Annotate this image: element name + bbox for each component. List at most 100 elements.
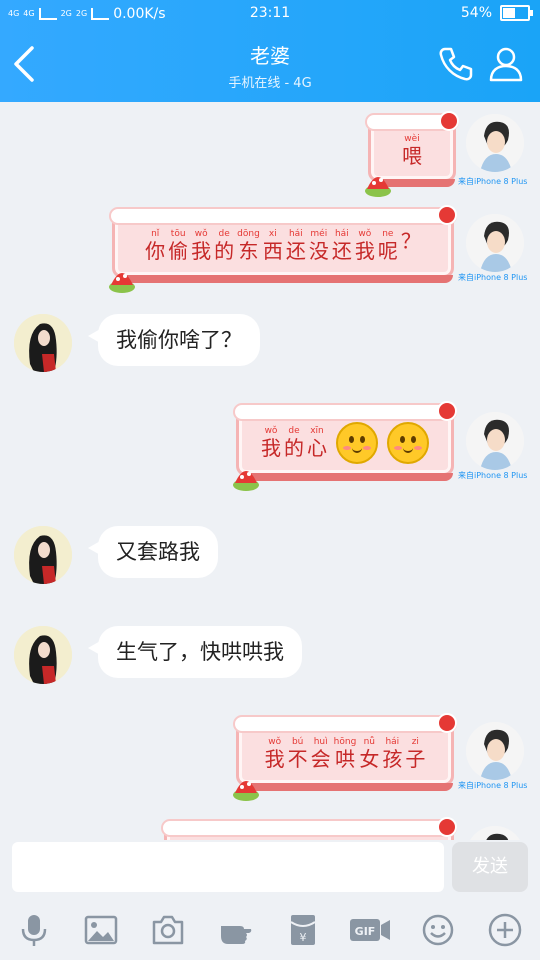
sticker-bubble[interactable] — [161, 817, 457, 840]
pinyin-char: hái 还 — [286, 229, 306, 263]
sticker-text: wǒ 我 de 的 xīn 心 — [239, 413, 451, 473]
boy-avatar-icon — [466, 826, 524, 840]
pinyin: wǒ — [264, 426, 278, 436]
device-label: 来自iPhone 8 Plus — [458, 177, 528, 186]
text-bubble[interactable]: 我偷你啥了？ — [88, 314, 260, 366]
pinyin: hái — [385, 737, 400, 747]
message-input[interactable] — [12, 842, 444, 892]
blushing-emoji-icon — [336, 422, 378, 464]
pinyin: tōu — [170, 229, 186, 239]
text-bubble[interactable]: 生气了，快哄哄我 — [88, 626, 302, 678]
sticker-text: wǒ 我 bú 不 huì 会 hōng 哄 nǚ 女 hái 孩 zi 子 — [239, 725, 451, 783]
avatar-her[interactable] — [14, 626, 72, 684]
send-button[interactable]: 发送 — [452, 842, 528, 892]
pinyin-char: xi 西 — [263, 229, 283, 263]
hand-icon — [221, 926, 252, 944]
hanzi: 孩 — [382, 747, 403, 771]
sticker-edge — [121, 275, 453, 283]
pinyin: wǒ — [358, 229, 372, 239]
text-bubble[interactable]: 又套路我 — [88, 526, 218, 578]
message-list[interactable]: wèi 喂 来自iPhone 8 Plus nǐ 你 tōu 偷 wǒ 我 de 的 dō… — [0, 102, 540, 840]
gif-icon: GIF — [350, 919, 390, 941]
pinyin-char: de 的 — [284, 426, 304, 460]
mic-icon — [21, 915, 47, 946]
sticker-edge — [245, 783, 453, 791]
girl-avatar-icon — [14, 526, 72, 584]
image-button[interactable] — [79, 908, 123, 952]
hanzi: 我 — [354, 239, 375, 263]
hanzi: 的 — [214, 239, 235, 263]
battery-fill — [503, 8, 515, 18]
battery-percent: 54% — [460, 5, 492, 21]
device-label: 来自iPhone 8 Plus — [458, 273, 528, 282]
pinyin-char: wǒ 我 — [265, 737, 285, 771]
pinyin-line: wǒ 我 bú 不 huì 会 hōng 哄 nǚ 女 hái 孩 zi 子 — [265, 737, 426, 771]
pinyin: de — [218, 229, 230, 239]
hanzi: 没 — [308, 239, 329, 263]
hanzi: 不 — [287, 747, 308, 771]
message-row-received: 生气了，快哄哄我 — [0, 622, 540, 692]
pinyin-char: huì 会 — [311, 737, 331, 771]
voice-button[interactable] — [12, 908, 56, 952]
pinyin-char: wǒ 我 — [191, 229, 211, 263]
avatar-me[interactable] — [466, 722, 524, 780]
hanzi: 我 — [261, 436, 281, 460]
hanzi: 喂 — [402, 144, 422, 168]
pinyin-char: wǒ 我 — [261, 426, 281, 460]
emoji-button[interactable] — [416, 908, 460, 952]
emoji-icon — [422, 914, 454, 946]
hanzi: 我 — [191, 239, 212, 263]
hanzi: 会 — [310, 747, 331, 771]
more-button[interactable] — [483, 908, 527, 952]
pinyin-char: hái 还 — [332, 229, 352, 263]
avatar-me[interactable] — [466, 214, 524, 272]
pinyin: xi — [268, 229, 277, 239]
pinyin-char: dōng 东 — [237, 229, 260, 263]
sticker-bubble[interactable]: wǒ 我 bú 不 huì 会 hōng 哄 nǚ 女 hái 孩 zi 子 — [233, 713, 457, 801]
avatar-me[interactable] — [466, 412, 524, 470]
pinyin: zi — [411, 737, 419, 747]
pinyin-char: ne 呢 — [378, 229, 398, 263]
battery-icon — [500, 5, 533, 21]
chat-header: 4G 4G 2G 2G 0.00K/s 23:11 54% 老婆 手机在线 - … — [0, 0, 540, 102]
sticker-bubble[interactable]: nǐ 你 tōu 偷 wǒ 我 de 的 dōng 东 xi 西 hái 还 méi 没 hái… — [109, 205, 457, 293]
clock: 23:11 — [249, 5, 291, 21]
image-icon — [84, 915, 118, 945]
pinyin: nǚ — [363, 737, 376, 747]
message-row-received: 我偷你啥了？ — [0, 312, 540, 382]
input-bar: 发送 — [0, 840, 540, 900]
pinyin-char: tōu 偷 — [168, 229, 188, 263]
hanzi: 女 — [359, 747, 380, 771]
pinyin: huì — [313, 737, 328, 747]
boy-avatar-icon — [466, 214, 524, 272]
sticker-frosting — [161, 819, 457, 837]
plus-icon — [488, 913, 522, 947]
status-bar: 4G 4G 2G 2G 0.00K/s 23:11 54% — [0, 0, 540, 28]
sticker-bubble[interactable]: wǒ 我 de 的 xīn 心 — [233, 401, 457, 491]
message-row-sent: wèi 喂 来自iPhone 8 Plus — [0, 110, 540, 200]
pinyin: xīn — [310, 426, 324, 436]
camera-icon — [152, 915, 184, 945]
message-row-received: 又套路我 — [0, 524, 540, 594]
sticker-bubble[interactable]: wèi 喂 — [365, 111, 459, 197]
poke-button[interactable] — [214, 908, 258, 952]
pinyin: dōng — [237, 229, 260, 239]
message-row-sent: wǒ 我 de 的 xīn 心 来自iPhone 8 Plus — [0, 401, 540, 502]
red-packet-button[interactable]: ¥ — [281, 908, 325, 952]
profile-button[interactable] — [486, 44, 526, 84]
message-text: 又套路我 — [116, 540, 200, 564]
phone-call-button[interactable] — [436, 44, 476, 84]
pinyin-char: xīn 心 — [307, 426, 327, 460]
avatar-me[interactable] — [466, 826, 524, 840]
camera-button[interactable] — [146, 908, 190, 952]
avatar-her[interactable] — [14, 314, 72, 372]
avatar-her[interactable] — [14, 526, 72, 584]
avatar-me[interactable] — [466, 114, 524, 172]
svg-text:¥: ¥ — [300, 931, 307, 944]
gif-button[interactable]: GIF — [348, 908, 392, 952]
message-text: 生气了，快哄哄我 — [116, 640, 284, 664]
pinyin-char: ？ — [401, 229, 421, 263]
hanzi: 还 — [285, 239, 306, 263]
pinyin: de — [288, 426, 300, 436]
pinyin: wǒ — [268, 737, 282, 747]
